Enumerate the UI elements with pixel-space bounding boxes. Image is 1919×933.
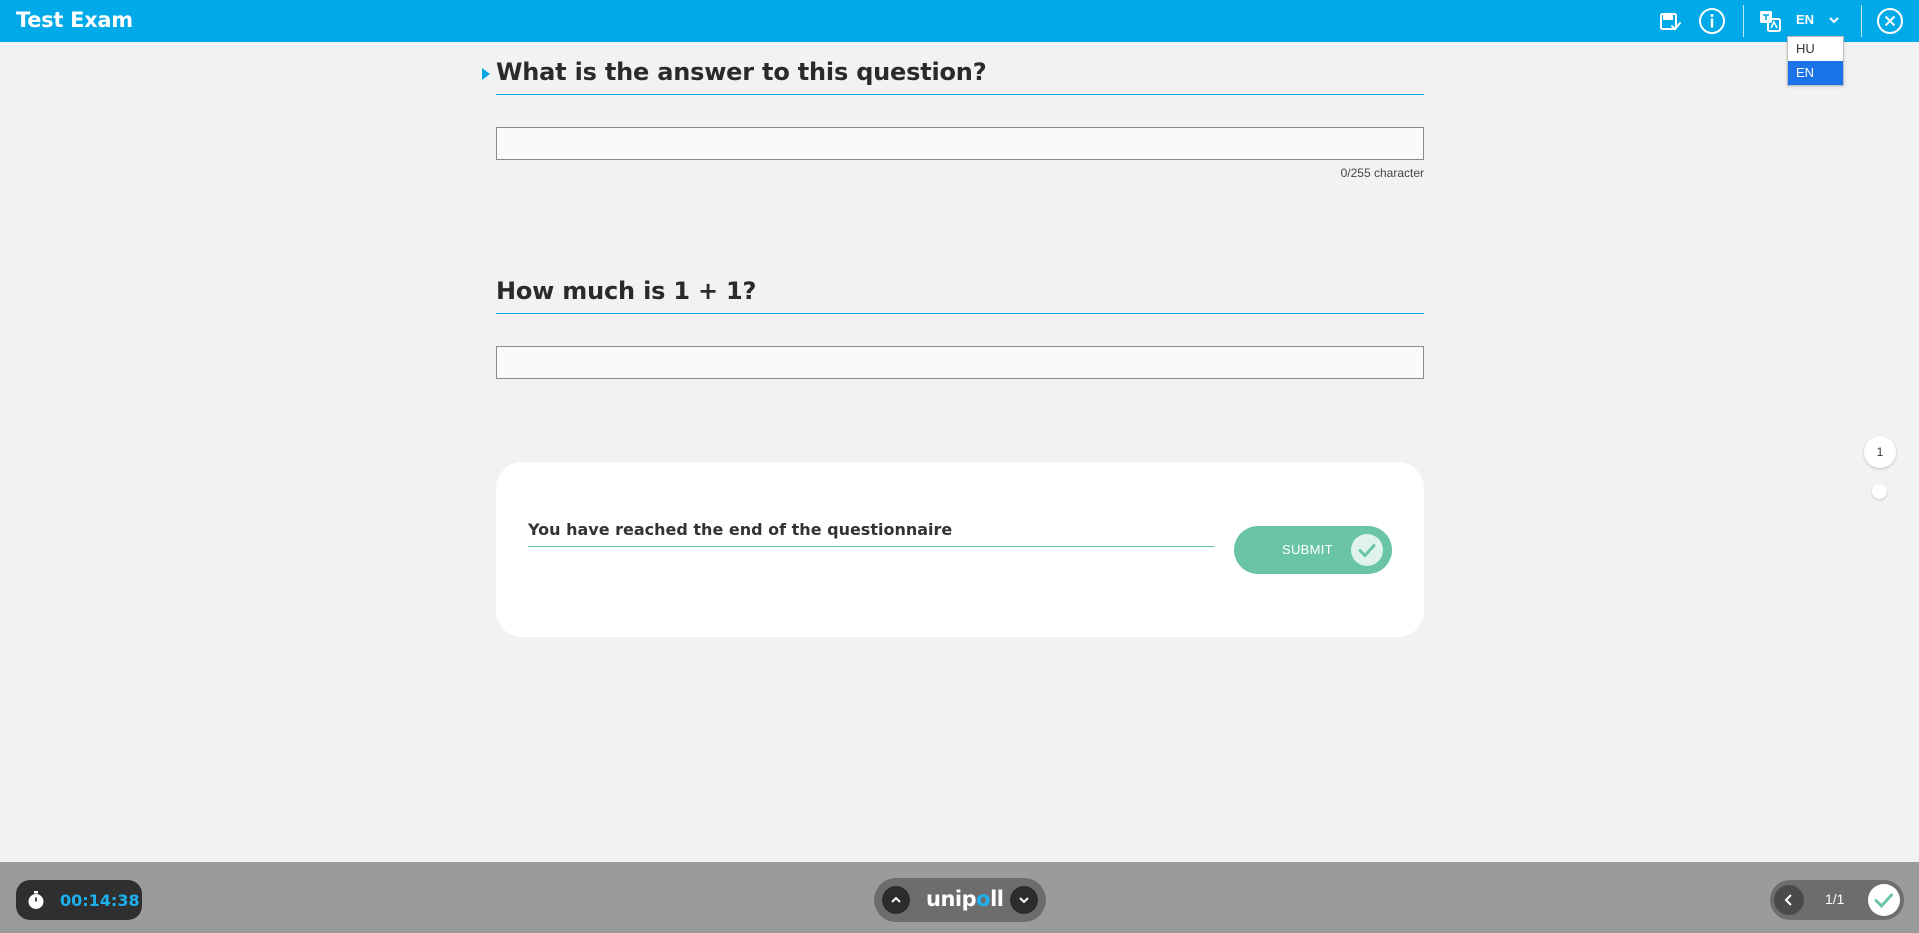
question-1: What is the answer to this question? 0/2… [482,58,1424,180]
timer: 00:14:38 [16,880,142,920]
close-icon[interactable] [1875,6,1905,36]
side-page-dot[interactable] [1872,484,1887,499]
translate-icon[interactable] [1755,6,1785,36]
submit-button[interactable]: SUBMIT [1234,526,1392,574]
info-icon[interactable] [1697,6,1727,36]
finish-button[interactable] [1868,884,1900,916]
save-progress-icon[interactable] [1654,6,1684,36]
language-dropdown: HU EN [1787,36,1844,86]
question-title: How much is 1 + 1? [496,277,1424,314]
answer-input[interactable] [496,346,1424,379]
header-divider [1743,5,1744,37]
page-navigator: 1/1 [1770,880,1904,920]
language-option-en[interactable]: EN [1788,61,1843,85]
language-selector[interactable]: EN [1796,12,1814,27]
end-of-questionnaire-card: You have reached the end of the question… [496,462,1424,637]
app-title: Test Exam [16,8,133,32]
timer-value: 00:14:38 [60,891,140,910]
question-navigator: unipoll [874,878,1046,922]
question-2: How much is 1 + 1? [496,277,1424,379]
checkmark-icon [1351,534,1383,566]
submit-label: SUBMIT [1282,542,1333,557]
page-indicator: 1/1 [1825,891,1845,907]
previous-question-button[interactable] [882,886,910,914]
brand-logo: unipoll [926,887,1004,911]
active-question-marker-icon [482,68,490,80]
previous-page-button[interactable] [1774,885,1804,915]
end-message: You have reached the end of the question… [528,520,1214,547]
answer-input[interactable] [496,127,1424,160]
header-divider [1861,5,1862,37]
next-question-button[interactable] [1010,886,1038,914]
question-title: What is the answer to this question? [496,58,1424,95]
language-option-hu[interactable]: HU [1788,37,1843,61]
chevron-down-icon[interactable] [1827,13,1841,27]
side-page-indicator[interactable]: 1 [1864,436,1896,468]
bottom-bar: 00:14:38 unipoll 1/1 [0,862,1919,933]
stopwatch-icon [26,890,46,910]
character-counter: 0/255 character [1340,166,1424,180]
top-bar: Test Exam EN [0,0,1919,42]
